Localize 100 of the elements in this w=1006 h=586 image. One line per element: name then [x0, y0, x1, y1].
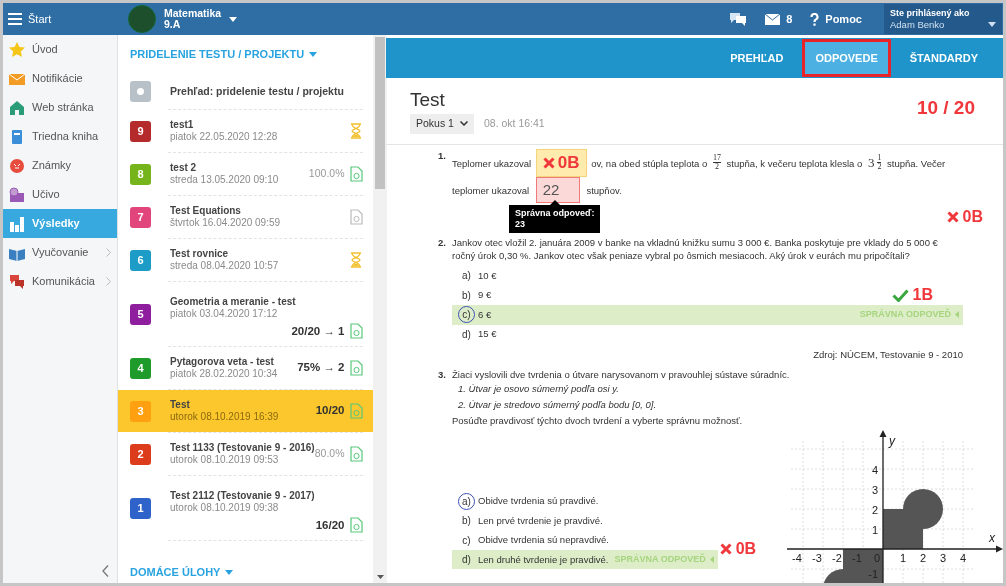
option-text: Obidve tvrdenia sú nepravdivé. — [478, 533, 609, 548]
caret-icon — [988, 21, 996, 27]
sidebar-item[interactable]: Komunikácia — [3, 267, 117, 296]
number-badge: 4 — [130, 357, 151, 379]
collapse-icon[interactable] — [102, 565, 109, 577]
subject-avatar — [128, 5, 156, 33]
subject-selector[interactable]: Matematika 9.A — [164, 8, 238, 30]
option-text: 10 € — [478, 268, 497, 283]
result-text: 75% → 2 — [297, 360, 345, 376]
number-badge: 2 — [130, 443, 151, 465]
tooltip-pointer-icon — [549, 200, 560, 206]
axis-tick-label: 4 — [871, 464, 879, 477]
assignment-date: piatok 03.04.2020 17:12 — [170, 308, 279, 320]
chevron-icon — [459, 121, 468, 127]
assignment-item[interactable]: 5 Geometria a meranie - test piatok 03.04.2020 17:12 20/20 → 1 — [118, 282, 374, 346]
caret-icon — [709, 556, 714, 564]
assignment-item[interactable]: 2 Test 1133 (Testovanie 9 - 2016) utorok 08.10.2019 09:53 80.0% — [118, 433, 374, 475]
assignment-date: štvrtok 16.04.2020 09:59 — [170, 217, 282, 229]
assignment-date: streda 13.05.2020 09:10 — [170, 174, 280, 186]
number-badge: 9 — [130, 120, 151, 142]
help-link[interactable]: Pomoc — [825, 10, 862, 28]
option-letter: d) — [461, 553, 472, 568]
option-text: Len prvé tvrdenie je pravdivé. — [478, 513, 603, 528]
assignment-item[interactable]: 8 test 2 streda 13.05.2020 09:10 100.0% — [118, 153, 374, 195]
correct-answer-label: SPRÁVNA ODPOVEĎ — [859, 308, 951, 322]
monitor-icon — [9, 186, 25, 203]
assignment-title: Pytagorova veta - test — [170, 356, 275, 368]
assignment-item[interactable]: 3 Test utorok 08.10.2019 16:39 10/20 — [118, 390, 374, 432]
start-link[interactable]: Štart — [28, 10, 52, 28]
axis-tick-label: 1 — [871, 524, 879, 537]
sidebar-item[interactable]: Známky — [3, 151, 117, 180]
question-text: Jankov otec vložil 2. januára 2009 v banke na vkladnú knižku sumu 3 000 €. Banka poskytuje pre vklady do 5 000 € ročný úrok 0,30 %. Jankov otec však peniaze vybral po ôsmich mesiacoch. Aký úrok v eurách mu pripočítali? — [452, 236, 939, 263]
assignment-item[interactable]: 1 Test 2112 (Testovanie 9 - 2017) utorok 08.10.2019 09:38 16/20 — [118, 476, 374, 540]
attempt-dropdown[interactable]: Pokus 1 — [410, 114, 474, 134]
option-text: 15 € — [478, 327, 497, 342]
question-text: ov, na obed stúpla teplota o — [591, 157, 708, 169]
axis-tick-label: -4 — [792, 552, 802, 565]
axis-label: y — [889, 434, 896, 449]
sidebar-item[interactable]: Učivo — [3, 180, 117, 209]
document-check-icon — [350, 360, 364, 376]
assignment-item[interactable]: 6 Test rovnice streda 08.04.2020 10:57 — [118, 239, 374, 281]
sidebar-item[interactable]: Web stránka — [3, 93, 117, 122]
assignment-title: Test — [170, 399, 191, 411]
house-icon — [9, 99, 25, 116]
sidebar-item[interactable]: Vyučovanie — [3, 238, 117, 267]
menu-icon[interactable] — [8, 13, 22, 25]
chat-icon — [9, 273, 25, 290]
user-menu[interactable]: Ste prihlásený ako Adam Benko — [884, 4, 1002, 34]
assignment-item[interactable]: 9 test1 piatok 22.05.2020 12:28 — [118, 110, 374, 152]
points-text: 0B — [735, 539, 757, 560]
question-text: stupňa, k večeru teplota klesla o — [726, 157, 863, 169]
question-text: Žiaci vyslovili dve tvrdenia o útvare narysovanom v pravouhlej sústave súradníc. — [452, 368, 791, 382]
option-letter: b) — [461, 514, 472, 529]
sidebar-item[interactable]: Triedna kniha — [3, 122, 117, 151]
overview-link[interactable]: Prehľad: pridelenie testu / projektu — [170, 83, 344, 100]
number-badge: 8 — [130, 163, 151, 185]
result-text: 10/20 — [315, 403, 345, 419]
scrollbar-thumb[interactable] — [375, 37, 386, 189]
assignment-item[interactable]: 7 Test Equations štvrtok 16.04.2020 09:59 — [118, 196, 374, 238]
option-letter: c) — [461, 533, 472, 548]
sidebar-item[interactable]: Úvod — [3, 35, 117, 64]
question-number: 2. — [438, 236, 447, 251]
bar-chart-icon — [9, 215, 25, 232]
document-icon — [350, 209, 364, 225]
assignment-date: piatok 28.02.2020 10:34 — [170, 368, 279, 380]
assignment-title: Test Equations — [170, 205, 242, 217]
scroll-down-icon[interactable] — [377, 575, 384, 579]
envelope-icon[interactable] — [765, 13, 781, 25]
hourglass-icon — [350, 123, 364, 139]
chat-icon[interactable] — [729, 11, 748, 27]
assignment-title: Test rovnice — [170, 248, 230, 260]
correct-answer-label: SPRÁVNA ODPOVEĎ — [614, 553, 706, 566]
book-icon — [9, 128, 25, 145]
document-check-icon — [350, 517, 364, 534]
fraction-denominator: 2 — [877, 163, 882, 172]
option-letter: b) — [461, 289, 472, 303]
document-check-icon — [350, 403, 364, 419]
question-number: 3. — [438, 368, 447, 383]
axis-tick-label: 1 — [900, 552, 907, 565]
answer-field[interactable]: 22 — [535, 177, 580, 204]
assignment-title: Test 2112 (Testovanie 9 - 2017) — [170, 490, 316, 502]
option-text: Obidve tvrdenia sú pravdivé. — [478, 494, 599, 509]
question-text: teplomer ukazoval — [452, 184, 530, 196]
caret-icon — [955, 311, 959, 319]
assignment-item[interactable]: 4 Pytagorova veta - test piatok 28.02.2020 10:34 75% → 2 — [118, 347, 374, 389]
number-badge: 7 — [130, 206, 151, 228]
assignment-date: streda 08.04.2020 10:57 — [170, 260, 280, 272]
axis-tick-label: 2 — [871, 504, 879, 517]
result-text: 100.0% — [308, 166, 345, 182]
number-badge: 5 — [130, 303, 151, 325]
caret-icon — [225, 569, 234, 575]
option-letter: a) — [461, 269, 472, 284]
star-icon — [9, 41, 25, 58]
assignment-title: test1 — [170, 119, 195, 131]
axis-tick-label: -3 — [812, 552, 822, 565]
result-text: 16/20 — [315, 517, 345, 533]
assignment-date: utorok 08.10.2019 09:53 — [170, 454, 280, 466]
cross-icon — [542, 156, 555, 169]
sidebar-item[interactable]: Notifikácie — [3, 64, 117, 93]
message-count: 8 — [786, 11, 793, 27]
